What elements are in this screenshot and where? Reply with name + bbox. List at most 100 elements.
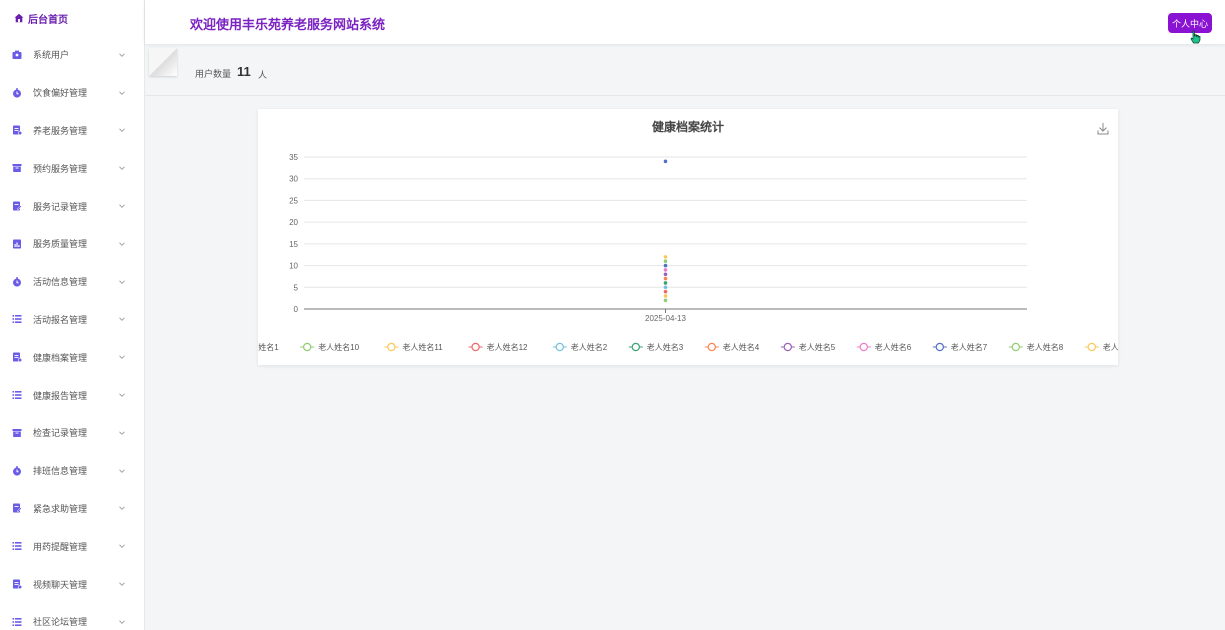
- legend-item[interactable]: 老人姓名2: [552, 342, 608, 352]
- sidebar-item[interactable]: 健康报告管理: [0, 376, 144, 414]
- list-icon: [12, 314, 22, 324]
- sidebar-item-label: 预约服务管理: [33, 163, 88, 174]
- sidebar-item[interactable]: 排班信息管理: [0, 452, 144, 490]
- y-tick-label: 0: [294, 305, 299, 314]
- timer-icon: [12, 465, 22, 476]
- legend-item[interactable]: 老人姓名1: [258, 342, 279, 352]
- chevron-down-icon[interactable]: [118, 126, 126, 134]
- y-tick-label: 35: [289, 153, 298, 162]
- sidebar-home-label: 后台首页: [28, 14, 68, 26]
- sidebar-item[interactable]: 养老服务管理: [0, 112, 144, 150]
- user-card-icon: [12, 50, 22, 60]
- sidebar-item[interactable]: 活动报名管理: [0, 301, 144, 339]
- legend-label: 老人姓名10: [318, 342, 359, 352]
- legend-item[interactable]: 老人姓名6: [856, 342, 912, 352]
- sidebar-item[interactable]: 饮食偏好管理: [0, 74, 144, 112]
- document-icon: [12, 125, 22, 136]
- sidebar-item[interactable]: 服务质量管理: [0, 225, 144, 263]
- sidebar: 后台首页 系统用户饮食偏好管理 养老服务管理预约服务管理服务记录管理服务质量管理活…: [0, 0, 145, 630]
- chevron-down-icon[interactable]: [118, 202, 126, 210]
- list-icon: [12, 617, 22, 627]
- y-tick-label: 25: [289, 196, 298, 205]
- sidebar-item[interactable]: 活动信息管理: [0, 263, 144, 301]
- data-point: [663, 272, 668, 277]
- legend-label: 老人姓名4: [723, 342, 760, 352]
- list-icon: [12, 541, 22, 551]
- y-tick-label: 20: [289, 218, 298, 227]
- chevron-down-icon[interactable]: [118, 504, 126, 512]
- sidebar-item-label: 系统用户: [33, 50, 70, 61]
- page-title: 欢迎使用丰乐苑养老服务网站系统: [190, 17, 386, 32]
- data-point: [663, 159, 668, 164]
- top-header: 欢迎使用丰乐苑养老服务网站系统 个人中心: [145, 0, 1225, 44]
- legend-item[interactable]: 老人姓名3: [628, 342, 684, 352]
- legend-label: 老人姓名7: [951, 342, 988, 352]
- sidebar-item-label: 服务质量管理: [33, 239, 88, 250]
- report-icon: [12, 239, 22, 249]
- chevron-down-icon[interactable]: [118, 353, 126, 361]
- sidebar-item[interactable]: 系统用户: [0, 36, 144, 74]
- legend-item[interactable]: 老人姓名8: [1008, 342, 1064, 352]
- chart-title: 健康档案统计: [652, 119, 724, 134]
- legend-label: 老人姓名12: [487, 342, 528, 352]
- chevron-down-icon[interactable]: [118, 467, 126, 475]
- sidebar-item-label: 活动报名管理: [33, 314, 88, 325]
- sidebar-item[interactable]: 服务记录管理: [0, 187, 144, 225]
- health-records-chart: 健康档案统计 0 5 10 15 20 25 30 35 2025-04-13 老人姓名1 老人姓名1…: [258, 119, 1118, 352]
- sidebar-item[interactable]: 用药提醒管理: [0, 527, 144, 565]
- sidebar-item-label: 活动信息管理: [33, 277, 88, 288]
- user-count-value: 11: [237, 64, 251, 79]
- sidebar-item[interactable]: 预约服务管理: [0, 149, 144, 187]
- edit-doc-icon: [12, 201, 22, 211]
- data-point: [663, 268, 668, 272]
- legend-label: 老人姓名2: [571, 342, 608, 352]
- chevron-down-icon[interactable]: [118, 542, 126, 550]
- sidebar-home[interactable]: 后台首页: [0, 0, 144, 36]
- legend-item[interactable]: 老人姓名9: [1084, 342, 1118, 352]
- y-tick-label: 15: [289, 240, 298, 249]
- sidebar-item[interactable]: 紧急求助管理: [0, 490, 144, 528]
- legend-item[interactable]: 老人姓名10: [300, 342, 360, 352]
- y-tick-label: 30: [289, 175, 298, 184]
- document-icon: [12, 352, 22, 363]
- legend-item[interactable]: 老人姓名4: [704, 342, 760, 352]
- legend-marker: [1087, 342, 1097, 352]
- sidebar-item[interactable]: 社区论坛管理: [0, 603, 144, 630]
- timer-icon: [12, 276, 22, 287]
- chevron-down-icon[interactable]: [118, 429, 126, 437]
- legend-marker: [303, 342, 312, 352]
- legend-marker: [935, 342, 945, 352]
- sidebar-item[interactable]: 健康档案管理: [0, 338, 144, 376]
- edit-doc-icon: [12, 503, 22, 513]
- user-count-icon: [149, 48, 177, 76]
- data-point: [663, 285, 668, 290]
- legend-label: 老人姓名6: [875, 342, 912, 352]
- x-tick-label: 2025-04-13: [645, 314, 686, 323]
- legend-marker: [387, 342, 396, 352]
- chevron-down-icon[interactable]: [118, 618, 126, 626]
- legend-item[interactable]: 老人姓名11: [384, 342, 443, 352]
- document-icon: [12, 579, 22, 590]
- legend-item[interactable]: 老人姓名5: [780, 342, 836, 352]
- data-point: [663, 294, 668, 298]
- chevron-down-icon[interactable]: [118, 580, 126, 588]
- legend-item[interactable]: 老人姓名12: [468, 342, 528, 352]
- legend-item[interactable]: 老人姓名7: [932, 342, 988, 352]
- chevron-down-icon[interactable]: [118, 51, 126, 59]
- data-point: [663, 276, 668, 281]
- sidebar-item[interactable]: 视频聊天管理: [0, 565, 144, 603]
- sidebar-item[interactable]: 检查记录管理: [0, 414, 144, 452]
- legend-label: 老人姓名8: [1027, 342, 1064, 352]
- chevron-down-icon[interactable]: [118, 391, 126, 399]
- legend-marker: [471, 342, 480, 352]
- chevron-down-icon[interactable]: [118, 164, 126, 172]
- health-records-chart-card: 健康档案统计 0 5 10 15 20 25 30 35 2025-04-13 老人姓名1 老人姓名1…: [258, 109, 1118, 365]
- chevron-down-icon[interactable]: [118, 278, 126, 286]
- download-icon[interactable]: [1097, 123, 1109, 135]
- legend-marker: [1011, 342, 1021, 352]
- chevron-down-icon[interactable]: [118, 89, 126, 97]
- chevron-down-icon[interactable]: [118, 315, 126, 323]
- list-icon: [12, 390, 22, 400]
- chevron-down-icon[interactable]: [118, 240, 126, 248]
- sidebar-menu: 系统用户饮食偏好管理 养老服务管理预约服务管理服务记录管理服务质量管理 活动信息管理…: [0, 36, 144, 630]
